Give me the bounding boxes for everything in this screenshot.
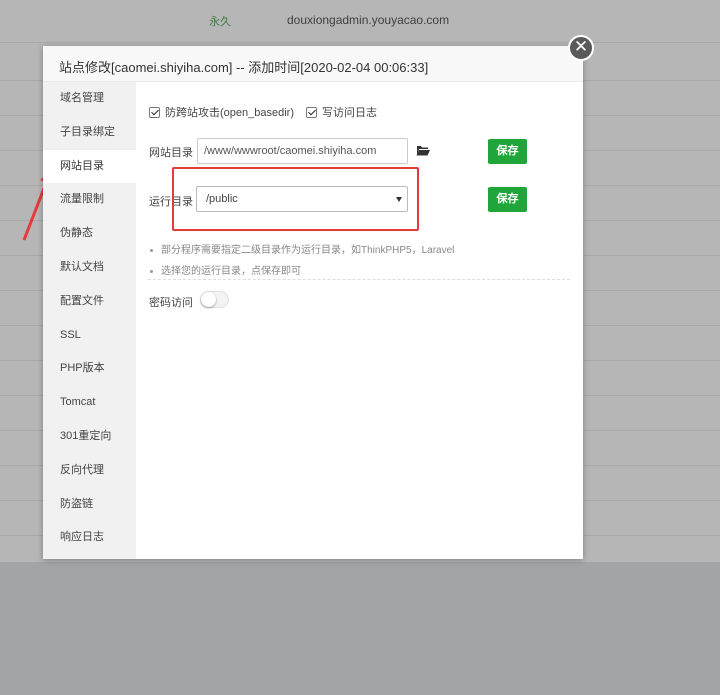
sidebar-item-redirect[interactable]: 301重定向 bbox=[43, 420, 136, 454]
sidebar-item-site-dir[interactable]: 网站目录 bbox=[43, 149, 136, 184]
password-access-toggle[interactable] bbox=[200, 291, 229, 308]
checkbox-basedir[interactable] bbox=[149, 106, 160, 118]
bullet-icon bbox=[150, 248, 153, 252]
save-run-dir-button[interactable]: 保存 bbox=[488, 187, 527, 212]
sidebar-item-domain[interactable]: 域名管理 bbox=[43, 82, 136, 116]
caret-down-icon bbox=[396, 197, 402, 202]
sidebar-item-rewrite[interactable]: 伪静态 bbox=[43, 217, 136, 251]
dashed-divider bbox=[148, 279, 570, 280]
tip-line: 部分程序需要指定二级目录作为运行目录，如ThinkPHP5，Laravel bbox=[150, 241, 454, 256]
sidebar-item-tomcat[interactable]: Tomcat bbox=[43, 386, 136, 420]
folder-open-icon[interactable] bbox=[416, 144, 430, 156]
tip-text: 部分程序需要指定二级目录作为运行目录，如ThinkPHP5，Laravel bbox=[161, 245, 455, 256]
sidebar-item-default-doc[interactable]: 默认文档 bbox=[43, 251, 136, 285]
sidebar-item-subdir[interactable]: 子目录绑定 bbox=[43, 116, 136, 150]
site-dir-label: 网站目录 bbox=[149, 147, 193, 159]
sidebar-item-config[interactable]: 配置文件 bbox=[43, 285, 136, 319]
site-dir-input[interactable] bbox=[197, 138, 408, 164]
dialog-title: 站点修改[caomei.shiyiha.com] -- 添加时间[2020-02… bbox=[43, 46, 583, 82]
run-dir-select[interactable]: /public bbox=[196, 186, 408, 212]
sidebar-item-ssl[interactable]: SSL bbox=[43, 319, 136, 353]
dialog-content: 防跨站攻击(open_basedir) 写访问日志 网站目录 保存 运行目录 /… bbox=[136, 82, 583, 559]
bg-expiry-text: 永久 bbox=[209, 16, 231, 28]
sidebar-item-php[interactable]: PHP版本 bbox=[43, 352, 136, 386]
run-dir-selected-value: /public bbox=[206, 193, 238, 205]
sidebar-item-proxy[interactable]: 反向代理 bbox=[43, 454, 136, 488]
bg-divider bbox=[0, 42, 720, 43]
site-edit-dialog: 站点修改[caomei.shiyiha.com] -- 添加时间[2020-02… bbox=[43, 46, 583, 559]
save-site-dir-button[interactable]: 保存 bbox=[488, 139, 527, 164]
sidebar-item-traffic-limit[interactable]: 流量限制 bbox=[43, 183, 136, 217]
tip-text: 选择您的运行目录，点保存即可 bbox=[161, 266, 301, 277]
toggle-knob bbox=[201, 292, 216, 307]
tip-line: 选择您的运行目录，点保存即可 bbox=[150, 262, 301, 277]
checkbox-row: 防跨站攻击(open_basedir) 写访问日志 bbox=[149, 104, 389, 120]
background-footer bbox=[0, 562, 720, 695]
checkbox-access-log[interactable] bbox=[306, 106, 317, 118]
password-access-label: 密码访问 bbox=[149, 297, 193, 309]
checkbox-basedir-label: 防跨站攻击(open_basedir) bbox=[165, 107, 294, 119]
close-icon[interactable]: ✕ bbox=[568, 35, 594, 61]
bullet-icon bbox=[150, 269, 153, 273]
checkbox-access-log-label: 写访问日志 bbox=[322, 107, 377, 119]
bg-admin-domain: douxiongadmin.youyacao.com bbox=[287, 13, 450, 27]
sidebar-item-hotlink[interactable]: 防盗链 bbox=[43, 488, 136, 522]
sidebar-item-log[interactable]: 响应日志 bbox=[43, 521, 136, 555]
run-dir-label: 运行目录 bbox=[149, 196, 193, 208]
dialog-sidebar: 域名管理 子目录绑定 网站目录 流量限制 伪静态 默认文档 配置文件 SSL P… bbox=[43, 82, 136, 559]
